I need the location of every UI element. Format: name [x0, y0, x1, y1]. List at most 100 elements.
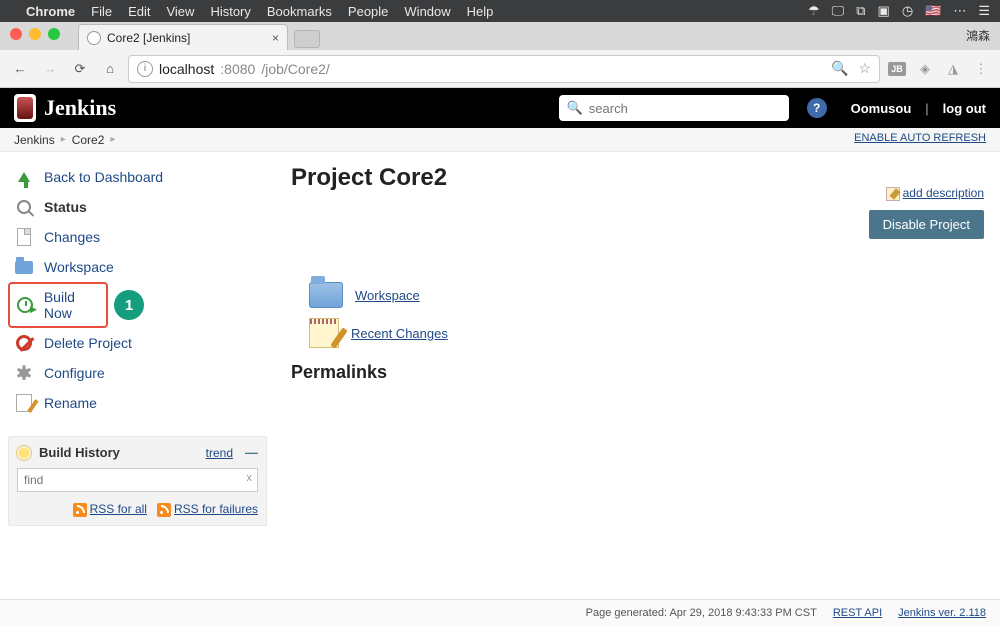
url-path: /job/Core2/	[261, 61, 329, 77]
close-tab-icon[interactable]: ×	[272, 31, 279, 45]
chrome-menu-icon[interactable]: ⋮	[970, 58, 992, 80]
chevron-right-icon: ▸	[61, 134, 66, 145]
delete-icon	[14, 333, 34, 353]
menu-help[interactable]: Help	[467, 4, 494, 19]
sidebar-item-label: Back to Dashboard	[44, 169, 163, 185]
permalinks-heading: Permalinks	[291, 362, 984, 383]
mac-menubar: Chrome File Edit View History Bookmarks …	[0, 0, 1000, 22]
window-controls[interactable]	[10, 28, 60, 40]
chrome-toolbar: ← → ⟳ ⌂ i localhost:8080/job/Core2/ 🔍 ☆ …	[0, 50, 1000, 88]
breadcrumb-root[interactable]: Jenkins	[14, 133, 55, 147]
jenkins-wordmark: Jenkins	[44, 95, 116, 121]
jenkins-search[interactable]: 🔍	[559, 95, 789, 121]
sun-icon	[17, 446, 31, 460]
reload-button[interactable]: ⟳	[68, 57, 92, 81]
menu-window[interactable]: Window	[404, 4, 450, 19]
sidebar-item-configure[interactable]: Configure	[8, 358, 267, 388]
sidebar-item-workspace[interactable]: Workspace	[8, 252, 267, 282]
footer: Page generated: Apr 29, 2018 9:43:33 PM …	[0, 599, 1000, 625]
menu-app[interactable]: Chrome	[26, 4, 75, 19]
bookmark-star-icon[interactable]: ☆	[858, 60, 871, 77]
jenkins-version-link[interactable]: Jenkins ver. 2.118	[898, 607, 986, 619]
trend-collapse-icon[interactable]: —	[245, 445, 258, 460]
sidebar-item-rename[interactable]: Rename	[8, 388, 267, 418]
sidebar-item-delete[interactable]: Delete Project	[8, 328, 267, 358]
enable-auto-refresh-link[interactable]: ENABLE AUTO REFRESH	[854, 132, 986, 144]
tray-wifi-icon[interactable]: ⧉	[856, 3, 865, 19]
build-history-find-input[interactable]	[17, 468, 258, 492]
rename-icon	[14, 393, 34, 413]
back-button[interactable]: ←	[8, 57, 32, 81]
page-title: Project Core2	[291, 164, 984, 192]
tray-more-icon[interactable]: ⋯	[953, 3, 966, 19]
build-history-panel: Build History trend — x RSS for all RSS …	[8, 436, 267, 526]
pencil-icon	[886, 187, 900, 201]
clear-input-icon[interactable]: x	[247, 472, 253, 484]
minimize-window-button[interactable]	[29, 28, 41, 40]
sidebar-item-build-now[interactable]: Build Now	[8, 282, 108, 328]
rss-failures-link[interactable]: RSS for failures	[174, 502, 258, 516]
rss-all-link[interactable]: RSS for all	[90, 502, 147, 516]
recent-changes-link-row[interactable]: Recent Changes	[309, 318, 984, 348]
tray-clock-icon[interactable]: ◷	[902, 3, 913, 19]
annotation-callout: 1	[114, 290, 144, 320]
sidebar-item-label: Changes	[44, 229, 100, 245]
gear-icon	[14, 363, 34, 383]
arrow-up-icon	[14, 167, 34, 187]
tab-title: Core2 [Jenkins]	[107, 31, 190, 45]
chevron-right-icon: ▸	[110, 134, 115, 145]
menu-bookmarks[interactable]: Bookmarks	[267, 4, 332, 19]
jenkins-logo[interactable]: Jenkins	[14, 94, 116, 122]
breadcrumb-project[interactable]: Core2	[72, 133, 105, 147]
sidebar-item-label: Configure	[44, 365, 105, 381]
folder-icon	[14, 257, 34, 277]
add-description-link[interactable]: add description	[903, 186, 984, 200]
workspace-link[interactable]: Workspace	[355, 288, 420, 303]
menu-people[interactable]: People	[348, 4, 388, 19]
recent-changes-link[interactable]: Recent Changes	[351, 326, 448, 341]
workspace-link-row[interactable]: Workspace	[309, 282, 984, 308]
menu-history[interactable]: History	[210, 4, 250, 19]
footer-generated: Page generated: Apr 29, 2018 9:43:33 PM …	[586, 607, 817, 619]
content-area: Project Core2 add description Disable Pr…	[275, 152, 1000, 572]
sidebar-item-label: Build Now	[44, 289, 100, 321]
tray-flag-icon[interactable]: 🇺🇸	[925, 3, 941, 19]
sidebar-item-changes[interactable]: Changes	[8, 222, 267, 252]
chrome-profile-badge[interactable]: 鴻森	[966, 27, 990, 44]
disable-project-button[interactable]: Disable Project	[869, 210, 984, 239]
zoom-window-button[interactable]	[48, 28, 60, 40]
jenkins-header: Jenkins 🔍 ? Oomusou | log out	[0, 88, 1000, 128]
search-in-page-icon[interactable]: 🔍	[831, 60, 848, 77]
new-tab-button[interactable]	[294, 30, 320, 48]
tray-umbrella-icon[interactable]: ☂	[808, 3, 820, 19]
sidebar-item-label: Delete Project	[44, 335, 132, 351]
rss-icon	[157, 503, 171, 517]
tray-display-icon[interactable]: 🖵	[832, 3, 845, 19]
jenkins-logo-icon	[14, 94, 36, 122]
search-input[interactable]	[589, 101, 781, 116]
home-button[interactable]: ⌂	[98, 57, 122, 81]
address-bar[interactable]: i localhost:8080/job/Core2/ 🔍 ☆	[128, 55, 880, 83]
menu-edit[interactable]: Edit	[128, 4, 150, 19]
help-icon[interactable]: ?	[807, 98, 827, 118]
logout-link[interactable]: log out	[943, 101, 986, 116]
url-host: localhost	[159, 61, 214, 77]
header-user-link[interactable]: Oomusou	[851, 101, 912, 116]
ext-jb-icon[interactable]: JB	[886, 58, 908, 80]
sidebar-item-status[interactable]: Status	[8, 192, 267, 222]
menu-view[interactable]: View	[166, 4, 194, 19]
ext-cube-icon[interactable]: ◈	[914, 58, 936, 80]
menu-file[interactable]: File	[91, 4, 112, 19]
tray-menu-icon[interactable]: ☰	[978, 3, 990, 19]
sidebar-item-label: Workspace	[44, 259, 114, 275]
close-window-button[interactable]	[10, 28, 22, 40]
chrome-tabstrip: Core2 [Jenkins] × 鴻森	[0, 22, 1000, 50]
rest-api-link[interactable]: REST API	[833, 607, 882, 619]
rss-icon	[73, 503, 87, 517]
tray-battery-icon[interactable]: ▣	[878, 3, 890, 19]
site-info-icon[interactable]: i	[137, 61, 153, 77]
trend-link[interactable]: trend	[206, 446, 233, 460]
sidebar-item-back[interactable]: Back to Dashboard	[8, 162, 267, 192]
ext-tree-icon[interactable]: ◮	[942, 58, 964, 80]
browser-tab[interactable]: Core2 [Jenkins] ×	[78, 24, 288, 50]
